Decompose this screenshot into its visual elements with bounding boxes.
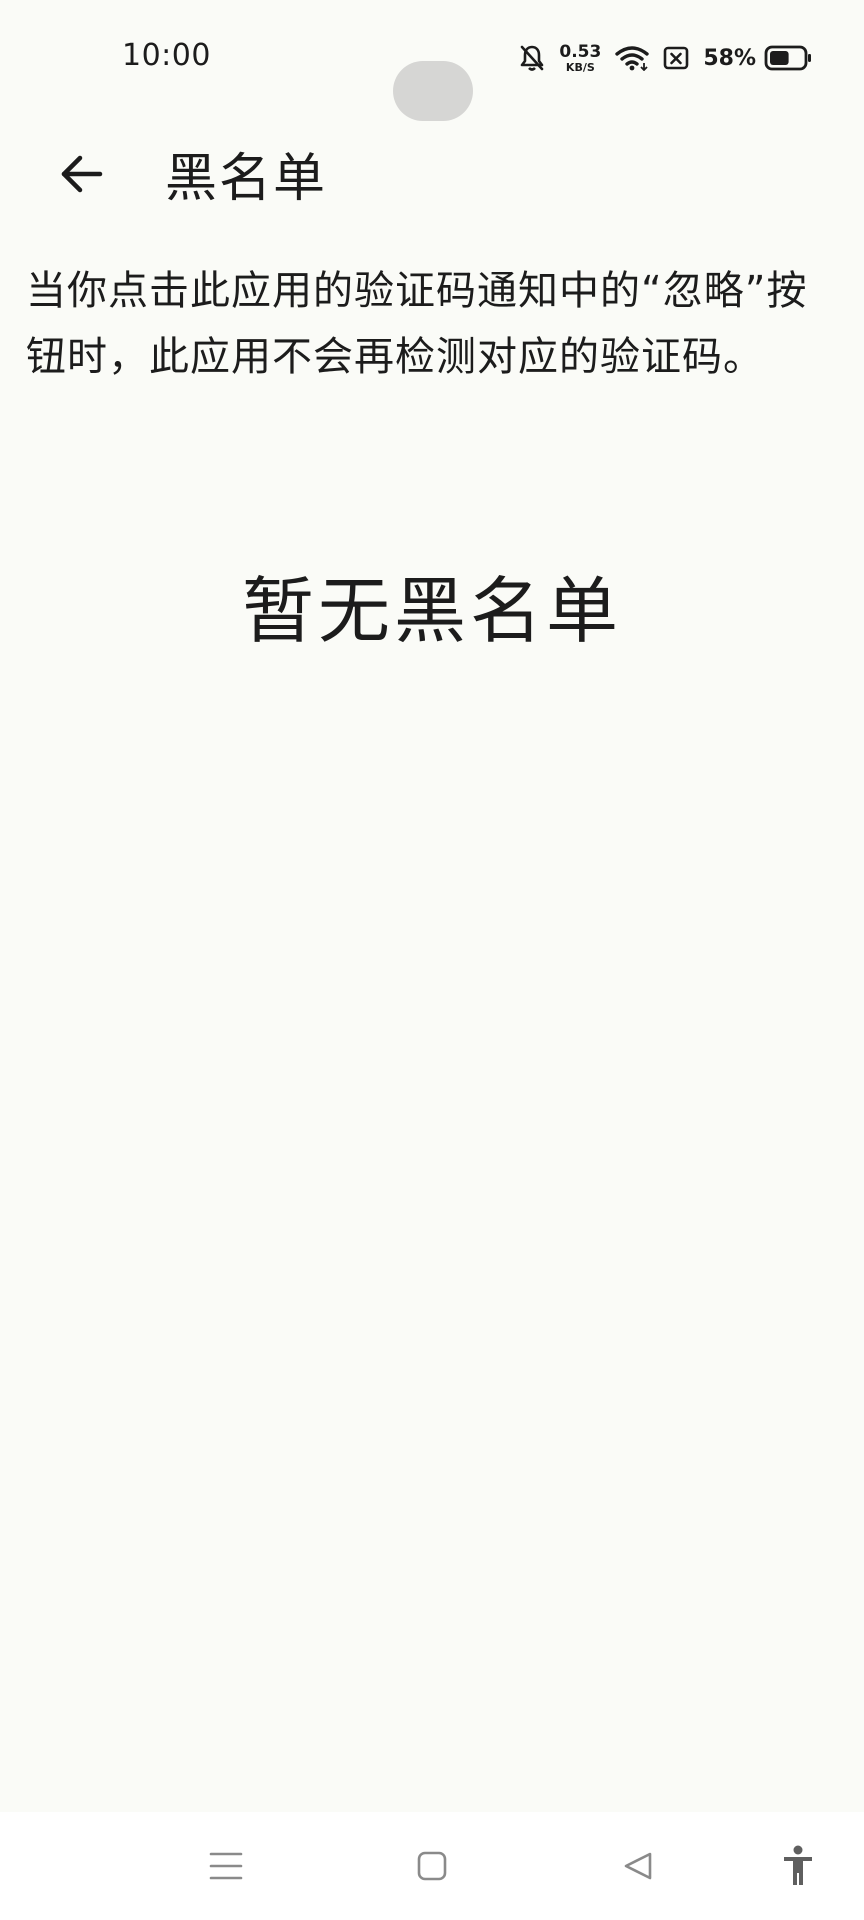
camera-cutout bbox=[393, 61, 473, 121]
battery-icon bbox=[764, 45, 812, 71]
navigation-bar bbox=[0, 1812, 864, 1920]
battery-percent: 58% bbox=[703, 45, 756, 71]
network-speed-value: 0.53 bbox=[559, 41, 602, 62]
network-speed-unit: KB/S bbox=[565, 60, 595, 74]
home-icon bbox=[416, 1850, 448, 1886]
back-triangle-icon bbox=[622, 1850, 654, 1886]
nav-home-button[interactable] bbox=[396, 1832, 468, 1904]
status-icons: 0.53 KB/S 58% bbox=[519, 40, 812, 76]
network-speed: 0.53 KB/S bbox=[559, 41, 602, 74]
arrow-left-icon bbox=[60, 154, 104, 198]
bell-off-icon bbox=[519, 44, 545, 72]
app-bar: 黑名单 bbox=[0, 120, 864, 220]
wifi-icon bbox=[615, 45, 650, 71]
blacklist-description: 当你点击此应用的验证码通知中的“忽略”按钮时，此应用不会再检测对应的验证码。 bbox=[26, 268, 808, 380]
status-bar: 10:00 0.53 KB/S 58% bbox=[0, 0, 864, 121]
accessibility-icon bbox=[782, 1845, 814, 1891]
nav-menu-button[interactable] bbox=[190, 1832, 262, 1904]
back-button[interactable] bbox=[46, 140, 118, 212]
nav-back-button[interactable] bbox=[602, 1832, 674, 1904]
page-title: 黑名单 bbox=[165, 149, 328, 209]
status-time: 10:00 bbox=[122, 38, 211, 73]
nav-accessibility-button[interactable] bbox=[762, 1832, 834, 1904]
empty-state-message: 暂无黑名单 bbox=[241, 569, 622, 653]
menu-icon bbox=[209, 1851, 243, 1885]
sim-x-icon bbox=[663, 45, 689, 71]
